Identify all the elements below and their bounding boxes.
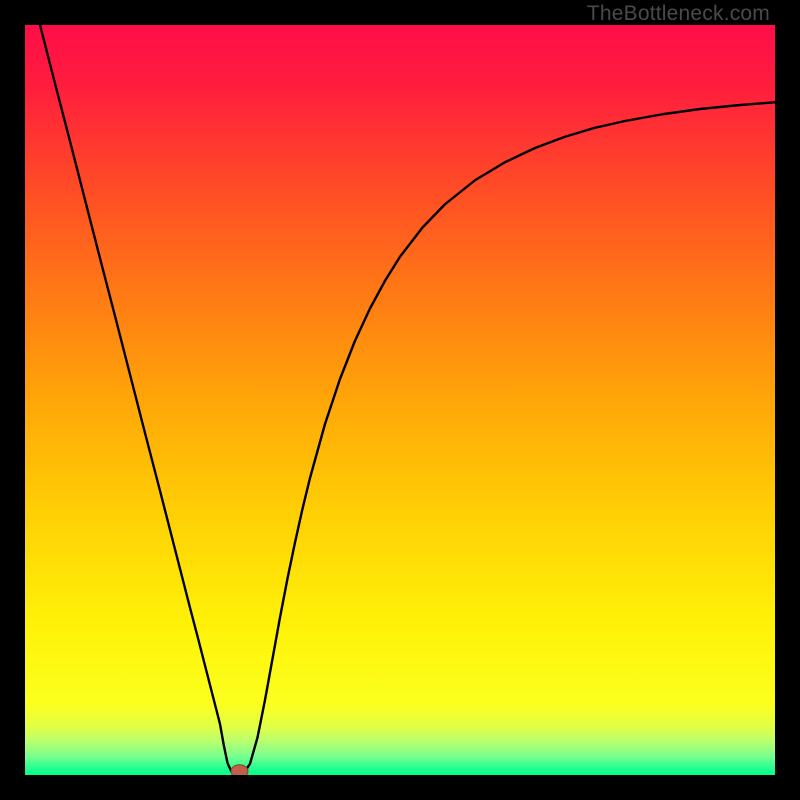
chart-frame — [25, 25, 775, 775]
watermark-text: TheBottleneck.com — [587, 2, 770, 26]
bottleneck-chart — [25, 25, 775, 775]
optimal-point-marker — [231, 765, 248, 775]
